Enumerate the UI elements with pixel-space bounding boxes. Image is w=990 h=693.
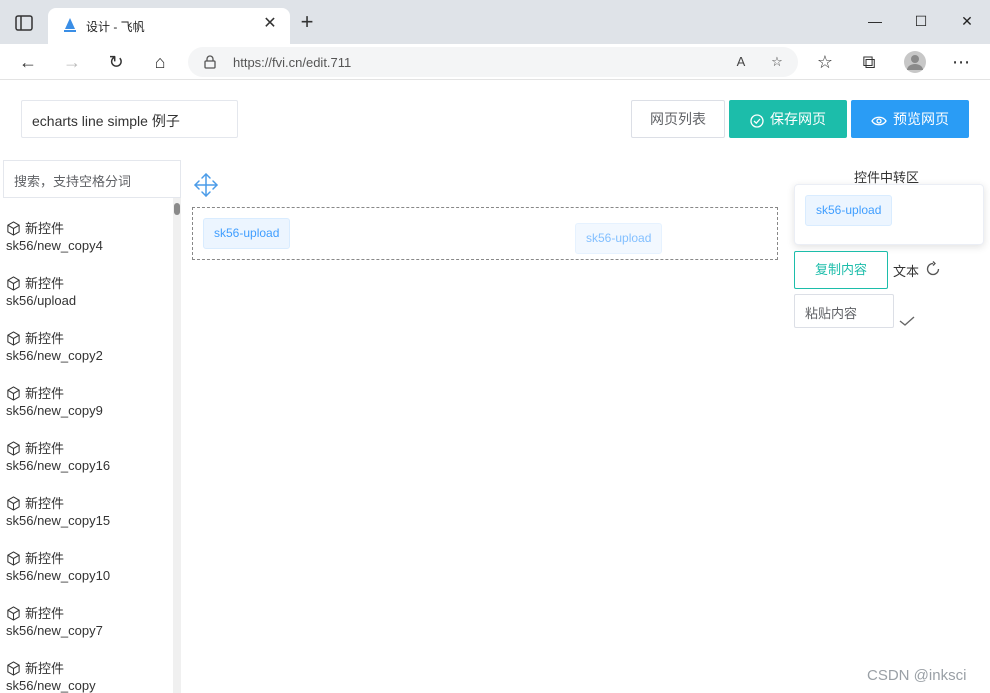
list-item-label: 新控件	[25, 441, 65, 456]
add-favorite-icon[interactable]: ☆	[768, 53, 786, 71]
component-search-input[interactable]: 搜索，支持空格分词	[3, 160, 181, 198]
transfer-component-chip[interactable]: sk56-upload	[805, 195, 893, 226]
page-list-button[interactable]: 网页列表	[631, 100, 725, 138]
reload-button[interactable]: ↻	[104, 50, 128, 74]
tab-close-icon[interactable]: ✕	[260, 14, 280, 34]
tab-title: 设计 - 飞帆	[86, 20, 145, 34]
list-item[interactable]: 新控件 sk56/new_copy7	[6, 605, 168, 639]
dragging-component-chip[interactable]: sk56-upload	[575, 223, 663, 254]
cube-icon	[7, 441, 20, 456]
copy-content-button[interactable]: 复制内容	[794, 251, 888, 289]
list-item-label: 新控件	[25, 606, 65, 621]
list-item[interactable]: 新控件 sk56/new_copy	[6, 660, 168, 693]
page-list-label: 网页列表	[650, 111, 706, 127]
eye-icon	[871, 102, 887, 138]
placed-component-chip[interactable]: sk56-upload	[203, 218, 291, 249]
list-item-label: 新控件	[25, 331, 65, 346]
cube-icon	[7, 276, 20, 291]
cube-icon	[7, 331, 20, 346]
favorites-icon[interactable]: ☆	[813, 50, 837, 74]
save-page-label: 保存网页	[770, 111, 826, 127]
list-item-path: sk56/new_copy15	[6, 513, 111, 528]
check-icon[interactable]	[899, 315, 915, 327]
browser-tab[interactable]: 设计 - 飞帆 ✕	[48, 8, 290, 44]
list-item-path: sk56/new_copy9	[6, 403, 103, 418]
design-canvas-dropzone[interactable]: sk56-upload sk56-upload	[192, 207, 778, 260]
list-item-path: sk56/new_copy10	[6, 568, 111, 583]
list-item[interactable]: 新控件 sk56/new_copy10	[6, 550, 168, 584]
close-window-button[interactable]: ✕	[954, 10, 980, 32]
sidebar-scrollbar[interactable]	[173, 198, 181, 693]
scrollbar-thumb[interactable]	[174, 203, 180, 215]
cube-icon	[7, 606, 20, 621]
list-item-path: sk56/new_copy4	[6, 238, 103, 253]
list-item-path: sk56/new_copy7	[6, 623, 103, 638]
page-name-input[interactable]: echarts line simple 例子	[21, 100, 238, 138]
cube-icon	[7, 386, 20, 401]
home-button[interactable]: ⌂	[148, 50, 172, 74]
list-item-label: 新控件	[25, 551, 65, 566]
collections-icon[interactable]: ⧉	[857, 50, 881, 74]
watermark: CSDN @inksci	[867, 667, 967, 684]
cube-icon	[7, 221, 20, 236]
more-menu-icon[interactable]: ⋯	[949, 50, 973, 74]
list-item[interactable]: 新控件 sk56/new_copy2	[6, 330, 168, 364]
sail-logo-icon	[62, 17, 78, 33]
preview-page-label: 预览网页	[893, 111, 949, 127]
browser-tab-bar: 设计 - 飞帆 ✕ + — ☐ ✕	[0, 0, 990, 44]
refresh-icon[interactable]	[925, 261, 941, 277]
list-item-path: sk56/new_copy2	[6, 348, 103, 363]
minimize-button[interactable]: —	[862, 10, 888, 32]
text-mode-label: 文本	[893, 264, 920, 279]
list-item[interactable]: 新控件 sk56/upload	[6, 275, 168, 309]
list-item-path: sk56/new_copy16	[6, 458, 111, 473]
cube-icon	[7, 496, 20, 511]
url-field[interactable]: https://fvi.cn/edit.711 A ☆	[188, 47, 798, 77]
tab-actions-icon[interactable]	[14, 14, 34, 32]
move-arrows-icon[interactable]	[192, 171, 220, 199]
url-text: https://fvi.cn/edit.711	[233, 55, 352, 70]
check-circle-icon	[750, 102, 764, 138]
lock-icon	[204, 55, 216, 69]
list-item[interactable]: 新控件 sk56/new_copy9	[6, 385, 168, 419]
save-page-button[interactable]: 保存网页	[729, 100, 847, 138]
list-item-path: sk56/upload	[6, 293, 77, 308]
list-item[interactable]: 新控件 sk56/new_copy4	[6, 220, 168, 254]
list-item-label: 新控件	[25, 221, 65, 236]
list-item[interactable]: 新控件 sk56/new_copy16	[6, 440, 168, 474]
list-item-label: 新控件	[25, 386, 65, 401]
list-item-label: 新控件	[25, 496, 65, 511]
cube-icon	[7, 661, 20, 676]
forward-button[interactable]: →	[60, 50, 84, 74]
new-tab-button[interactable]: +	[296, 11, 318, 34]
paste-content-textarea[interactable]: 粘贴内容	[794, 294, 894, 328]
read-aloud-icon[interactable]: A	[732, 53, 750, 71]
cube-icon	[7, 551, 20, 566]
list-item[interactable]: 新控件 sk56/new_copy15	[6, 495, 168, 529]
address-bar: ← → ↻ ⌂ https://fvi.cn/edit.711 A ☆ ☆ ⧉ …	[0, 44, 990, 80]
profile-avatar[interactable]	[903, 50, 927, 74]
list-item-label: 新控件	[25, 661, 65, 676]
list-item-label: 新控件	[25, 276, 65, 291]
list-item-path: sk56/new_copy	[6, 678, 96, 693]
component-list: 新控件 sk56/new_copy4 新控件 sk56/upload 新控件 s…	[3, 198, 181, 693]
preview-page-button[interactable]: 预览网页	[851, 100, 969, 138]
back-button[interactable]: ←	[16, 50, 40, 74]
maximize-button[interactable]: ☐	[908, 10, 934, 32]
transfer-area-card[interactable]: sk56-upload	[794, 184, 984, 245]
